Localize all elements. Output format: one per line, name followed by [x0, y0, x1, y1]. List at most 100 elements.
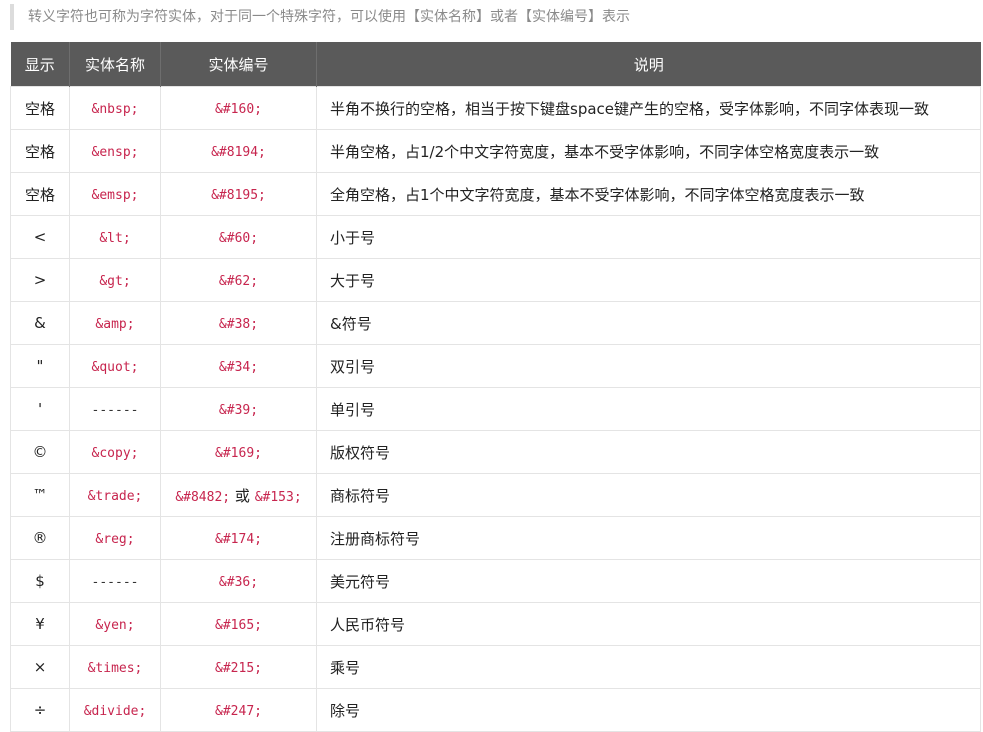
entity-number-code: &#8482;	[175, 489, 231, 505]
entity-number-code: &#62;	[218, 274, 259, 289]
cell-entity-number: &#247;	[160, 688, 317, 732]
cell-entity-number: &#36;	[160, 559, 317, 603]
entity-name-code: &times;	[87, 661, 143, 676]
cell-entity-number: &#8482; 或 &#153;	[160, 473, 317, 517]
cell-description: 注册商标符号	[316, 516, 981, 560]
entity-number-code: &#160;	[215, 102, 262, 117]
cell-entity-number: &#60;	[160, 215, 317, 259]
intro-text: 转义字符也可称为字符实体，对于同一个特殊字符，可以使用【实体名称】或者【实体编号…	[28, 9, 630, 25]
or-text: 或	[234, 486, 250, 505]
entity-name-code: &quot;	[91, 360, 139, 375]
cell-description: 人民币符号	[316, 602, 981, 646]
entity-name-code: ------	[91, 403, 139, 418]
table-row: > &gt; &#62; 大于号	[10, 258, 981, 302]
cell-description: 全角空格，占1个中文字符宽度，基本不受字体影响，不同字体空格宽度表示一致	[316, 172, 981, 216]
cell-display: "	[10, 344, 70, 388]
cell-description: 美元符号	[316, 559, 981, 603]
entity-number-code: &#174;	[215, 532, 262, 547]
entity-name-code: &amp;	[95, 317, 135, 332]
header-display: 显示	[10, 42, 70, 87]
cell-display: 空格	[10, 129, 70, 173]
entity-name-code: &ensp;	[91, 145, 139, 160]
cell-entity-number: &#165;	[160, 602, 317, 646]
table-row: 空格 &nbsp; &#160; 半角不换行的空格，相当于按下键盘space键产生的空…	[10, 86, 981, 130]
entity-number-code: &#215;	[215, 661, 262, 676]
cell-entity-name: &amp;	[69, 301, 161, 345]
table-row: × &times; &#215; 乘号	[10, 645, 981, 689]
entity-name-code: &lt;	[99, 231, 131, 246]
cell-entity-number: &#215;	[160, 645, 317, 689]
cell-display: 空格	[10, 86, 70, 130]
table-row: & &amp; &#38; &符号	[10, 301, 981, 345]
entity-name-code: &reg;	[95, 532, 135, 547]
cell-entity-number: &#169;	[160, 430, 317, 474]
cell-display: &	[10, 301, 70, 345]
cell-display: $	[10, 559, 70, 603]
cell-entity-name: &lt;	[69, 215, 161, 259]
entity-name-code: &divide;	[83, 704, 147, 719]
cell-description: 乘号	[316, 645, 981, 689]
cell-entity-name: &gt;	[69, 258, 161, 302]
cell-entity-name: &divide;	[69, 688, 161, 732]
cell-description: 半角不换行的空格，相当于按下键盘space键产生的空格，受字体影响，不同字体表现…	[316, 86, 981, 130]
entity-number-code: &#8195;	[211, 188, 266, 203]
table-row: ÷ &divide; &#247; 除号	[10, 688, 981, 732]
header-entity-name: 实体名称	[69, 42, 161, 87]
entity-number-code: &#247;	[215, 704, 262, 719]
cell-description: &符号	[316, 301, 981, 345]
entity-name-code: &gt;	[99, 274, 131, 289]
cell-entity-name: &ensp;	[69, 129, 161, 173]
cell-display: >	[10, 258, 70, 302]
table-row: ¥ &yen; &#165; 人民币符号	[10, 602, 981, 646]
cell-description: 小于号	[316, 215, 981, 259]
cell-description: 大于号	[316, 258, 981, 302]
cell-entity-name: &yen;	[69, 602, 161, 646]
header-description: 说明	[316, 42, 981, 87]
entity-name-code: &yen;	[95, 618, 135, 633]
entity-name-code: &trade;	[87, 489, 143, 504]
table-row: ® &reg; &#174; 注册商标符号	[10, 516, 981, 560]
cell-description: 版权符号	[316, 430, 981, 474]
cell-description: 半角空格，占1/2个中文字符宽度，基本不受字体影响，不同字体空格宽度表示一致	[316, 129, 981, 173]
cell-display: ®	[10, 516, 70, 560]
cell-entity-name: &copy;	[69, 430, 161, 474]
entity-number-code: &#165;	[215, 618, 262, 633]
entity-number-code: &#8194;	[211, 145, 266, 160]
cell-entity-number: &#62;	[160, 258, 317, 302]
entity-number-code: &#38;	[218, 317, 259, 332]
table-row: $ ------ &#36; 美元符号	[10, 559, 981, 603]
table-row: © &copy; &#169; 版权符号	[10, 430, 981, 474]
cell-entity-name: &reg;	[69, 516, 161, 560]
cell-entity-number: &#160;	[160, 86, 317, 130]
cell-entity-name: &times;	[69, 645, 161, 689]
cell-entity-number: &#34;	[160, 344, 317, 388]
entity-number-code: &#36;	[218, 575, 259, 590]
cell-entity-name: &trade;	[69, 473, 161, 517]
cell-entity-number: &#39;	[160, 387, 317, 431]
table-row: 空格 &ensp; &#8194; 半角空格，占1/2个中文字符宽度，基本不受字体影响…	[10, 129, 981, 173]
table-row: < &lt; &#60; 小于号	[10, 215, 981, 259]
table-body: 空格 &nbsp; &#160; 半角不换行的空格，相当于按下键盘space键产生的空…	[10, 86, 981, 732]
entity-name-code: &emsp;	[91, 188, 139, 203]
cell-entity-name: ------	[69, 559, 161, 603]
cell-entity-name: ------	[69, 387, 161, 431]
entity-number-code: &#60;	[218, 231, 259, 246]
cell-display: '	[10, 387, 70, 431]
cell-entity-name: &nbsp;	[69, 86, 161, 130]
cell-description: 商标符号	[316, 473, 981, 517]
cell-display: 空格	[10, 172, 70, 216]
entity-name-code: &nbsp;	[91, 102, 139, 117]
entity-number-code: &#39;	[218, 403, 259, 418]
cell-description: 单引号	[316, 387, 981, 431]
cell-entity-number: &#8195;	[160, 172, 317, 216]
cell-display: ¥	[10, 602, 70, 646]
entity-name-code: ------	[91, 575, 139, 590]
header-entity-number: 实体编号	[160, 42, 317, 87]
table-row: ™ &trade; &#8482; 或 &#153; 商标符号	[10, 473, 981, 517]
cell-display: ×	[10, 645, 70, 689]
cell-entity-name: &quot;	[69, 344, 161, 388]
table-header-row: 显示 实体名称 实体编号 说明	[10, 42, 981, 87]
entity-number-code: &#34;	[218, 360, 259, 375]
cell-description: 除号	[316, 688, 981, 732]
entity-number-alt-code: &#153;	[254, 489, 302, 505]
